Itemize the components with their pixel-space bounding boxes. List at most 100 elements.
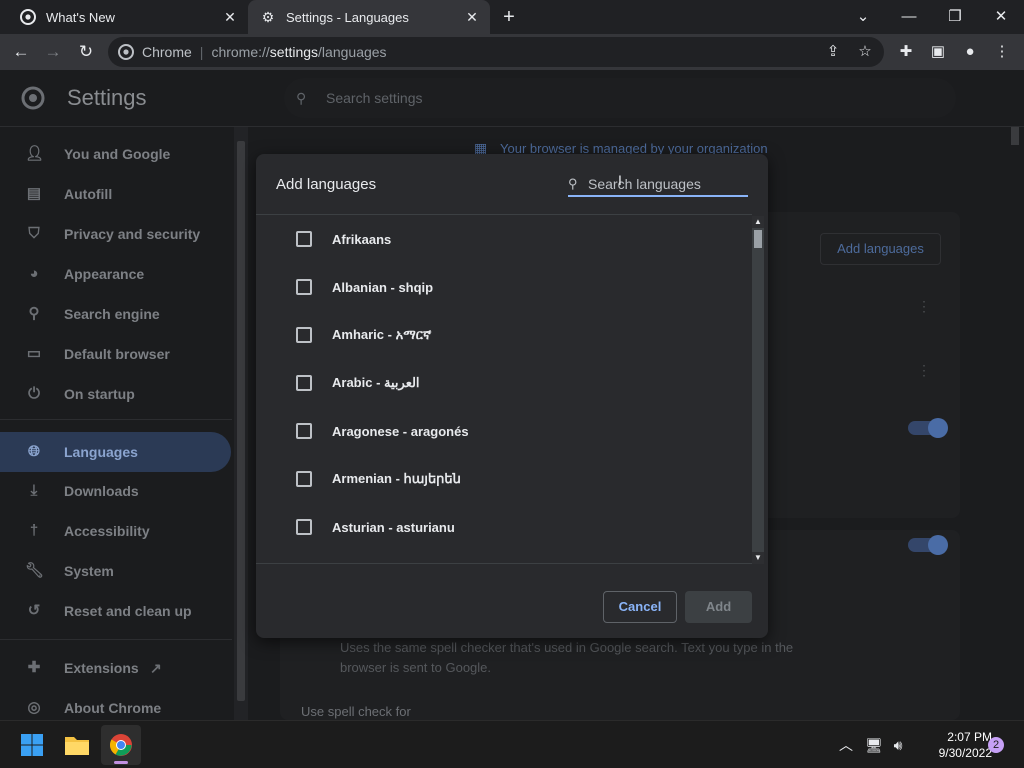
scrollbar-thumb[interactable] bbox=[1011, 127, 1019, 145]
chrome-logo-icon bbox=[21, 86, 45, 110]
add-languages-button[interactable]: Add languages bbox=[820, 233, 941, 265]
sidebar-item-autofill[interactable]: ▤ Autofill bbox=[0, 174, 231, 214]
list-item[interactable]: Amharic - አማርኛ bbox=[256, 311, 752, 359]
show-hidden-icons-chevron-icon[interactable]: ︿ bbox=[836, 735, 856, 755]
language-list: Afrikaans Albanian - shqip Amharic - አማር… bbox=[256, 214, 752, 564]
menu-kebab-icon[interactable]: ⋮ bbox=[992, 42, 1012, 62]
list-item[interactable]: Arabic - العربية bbox=[256, 359, 752, 407]
checkbox[interactable] bbox=[296, 519, 312, 535]
main-scrollbar[interactable] bbox=[1008, 127, 1022, 720]
settings-sidebar: 👤︎ You and Google ▤ Autofill ⛉ Privacy and … bbox=[0, 127, 232, 720]
sidebar-item-on-startup[interactable]: ⏻ On startup bbox=[0, 374, 231, 414]
windows-taskbar: ︿ 🖥︎ 🔊︎ 2:07 PM 9/30/2022 2 bbox=[0, 720, 1024, 768]
profile-icon[interactable]: ● bbox=[960, 42, 980, 62]
sidebar-item-appearance[interactable]: ◕ Appearance bbox=[0, 254, 231, 294]
globe-icon: 🌐︎ bbox=[27, 443, 40, 460]
reload-button[interactable]: ↻ bbox=[74, 40, 98, 64]
sidebar-item-privacy[interactable]: ⛉ Privacy and security bbox=[0, 214, 231, 254]
search-icon: ⚲ bbox=[28, 305, 40, 322]
add-languages-dialog: Add languages ⚲ Afrikaans Albanian - shq… bbox=[256, 154, 768, 638]
sidebar-item-search-engine[interactable]: ⚲ Search engine bbox=[0, 294, 231, 334]
checkbox[interactable] bbox=[296, 327, 312, 343]
browser-icon: ▭ bbox=[26, 345, 42, 362]
settings-header: Settings ⚲ Search settings bbox=[0, 70, 1024, 127]
address-bar[interactable]: Chrome | chrome://settings/languages ⇪ ☆ bbox=[108, 37, 884, 67]
new-tab-button[interactable]: + bbox=[498, 6, 520, 28]
clock-date: 9/30/2022 bbox=[938, 746, 992, 760]
close-tab-icon[interactable]: ✕ bbox=[464, 9, 480, 25]
list-item[interactable]: Afrikaans bbox=[256, 215, 752, 263]
close-tab-icon[interactable]: ✕ bbox=[222, 9, 238, 25]
search-languages-input[interactable] bbox=[588, 174, 748, 194]
search-languages-field[interactable]: ⚲ bbox=[568, 172, 748, 197]
language-list-scrollbar[interactable]: ▲ ▼ bbox=[752, 216, 764, 564]
restore-button[interactable]: ❐ bbox=[942, 4, 968, 30]
checkbox[interactable] bbox=[296, 279, 312, 295]
gear-icon: ⚙ bbox=[261, 8, 275, 25]
spell-check-toggle[interactable] bbox=[908, 535, 948, 555]
scroll-up-arrow-icon[interactable]: ▲ bbox=[752, 216, 764, 228]
checkbox[interactable] bbox=[296, 423, 312, 439]
cancel-button[interactable]: Cancel bbox=[603, 591, 677, 623]
translate-toggle[interactable] bbox=[908, 418, 948, 438]
share-icon[interactable]: ⇪ bbox=[824, 43, 842, 61]
download-icon: ⤓ bbox=[30, 482, 38, 499]
notification-badge[interactable]: 2 bbox=[988, 737, 1004, 753]
sidebar-item-extensions[interactable]: ✚ Extensions ↗ bbox=[0, 648, 231, 688]
close-window-button[interactable]: ✕ bbox=[988, 4, 1014, 30]
search-icon: ⚲ bbox=[568, 176, 578, 191]
more-actions-icon[interactable]: ⋮ bbox=[917, 298, 931, 315]
search-settings-field[interactable]: ⚲ Search settings bbox=[284, 78, 956, 118]
sidebar-item-downloads[interactable]: ⤓ Downloads bbox=[0, 471, 231, 511]
sidebar-item-reset[interactable]: ↺ Reset and clean up bbox=[0, 591, 231, 631]
wrench-icon: 🔧︎ bbox=[25, 562, 45, 579]
add-button[interactable]: Add bbox=[685, 591, 752, 623]
chrome-taskbar-button[interactable] bbox=[101, 725, 141, 765]
tab-settings-languages[interactable]: ⚙ Settings - Languages ✕ bbox=[248, 0, 490, 34]
file-explorer-button[interactable] bbox=[57, 725, 97, 765]
search-settings-placeholder: Search settings bbox=[326, 90, 423, 106]
side-panel-icon[interactable]: ▣ bbox=[928, 42, 948, 62]
checkbox[interactable] bbox=[296, 231, 312, 247]
sidebar-divider bbox=[0, 419, 232, 420]
sidebar-item-you-and-google[interactable]: 👤︎ You and Google bbox=[0, 134, 231, 174]
tab-whats-new[interactable]: What's New ✕ bbox=[8, 0, 248, 34]
checkbox[interactable] bbox=[296, 375, 312, 391]
volume-icon[interactable]: 🔊︎ bbox=[888, 735, 908, 755]
folder-icon bbox=[65, 737, 89, 755]
dialog-title: Add languages bbox=[276, 176, 377, 193]
url-text: chrome://settings/languages bbox=[211, 44, 387, 60]
sidebar-item-default-browser[interactable]: ▭ Default browser bbox=[0, 334, 231, 374]
scrollbar-thumb[interactable] bbox=[754, 230, 762, 248]
tab-search-chevron-icon[interactable]: ⌄ bbox=[850, 4, 876, 30]
list-item[interactable]: Albanian - shqip bbox=[256, 263, 752, 311]
forward-button[interactable]: → bbox=[41, 40, 65, 64]
windows-start-button[interactable] bbox=[12, 725, 52, 765]
person-icon: 👤︎ bbox=[25, 145, 45, 162]
list-item[interactable]: Armenian - հայերեն bbox=[256, 455, 752, 503]
site-chip: Chrome bbox=[142, 44, 192, 60]
sidebar-item-accessibility[interactable]: † Accessibility bbox=[0, 511, 231, 551]
sidebar-scrollbar[interactable] bbox=[234, 127, 248, 720]
back-button[interactable]: ← bbox=[9, 40, 33, 64]
extensions-puzzle-icon[interactable]: ✚ bbox=[896, 42, 916, 62]
bookmark-star-icon[interactable]: ☆ bbox=[856, 43, 874, 61]
page-title: Settings bbox=[67, 85, 147, 110]
scroll-down-arrow-icon[interactable]: ▼ bbox=[752, 552, 764, 564]
system-clock[interactable]: 2:07 PM 9/30/2022 bbox=[912, 729, 992, 761]
sidebar-item-system[interactable]: 🔧︎ System bbox=[0, 551, 231, 591]
scrollbar-thumb[interactable] bbox=[237, 141, 245, 701]
clock-time: 2:07 PM bbox=[947, 730, 992, 744]
external-link-icon: ↗ bbox=[150, 659, 162, 676]
browser-toolbar: ← → ↻ Chrome | chrome://settings/languag… bbox=[0, 34, 1024, 70]
minimize-button[interactable]: — bbox=[896, 4, 922, 30]
more-actions-icon[interactable]: ⋮ bbox=[917, 362, 931, 379]
list-item[interactable]: Aragonese - aragonés bbox=[256, 407, 752, 455]
tab-title: What's New bbox=[46, 9, 115, 25]
sidebar-item-languages[interactable]: 🌐︎ Languages bbox=[0, 432, 231, 472]
tab-strip: What's New ✕ ⚙ Settings - Languages ✕ + … bbox=[0, 0, 1024, 34]
checkbox[interactable] bbox=[296, 471, 312, 487]
network-icon[interactable]: 🖥︎ bbox=[864, 735, 884, 755]
list-item[interactable]: Asturian - asturianu bbox=[256, 503, 752, 551]
search-icon: ⚲ bbox=[296, 89, 307, 106]
